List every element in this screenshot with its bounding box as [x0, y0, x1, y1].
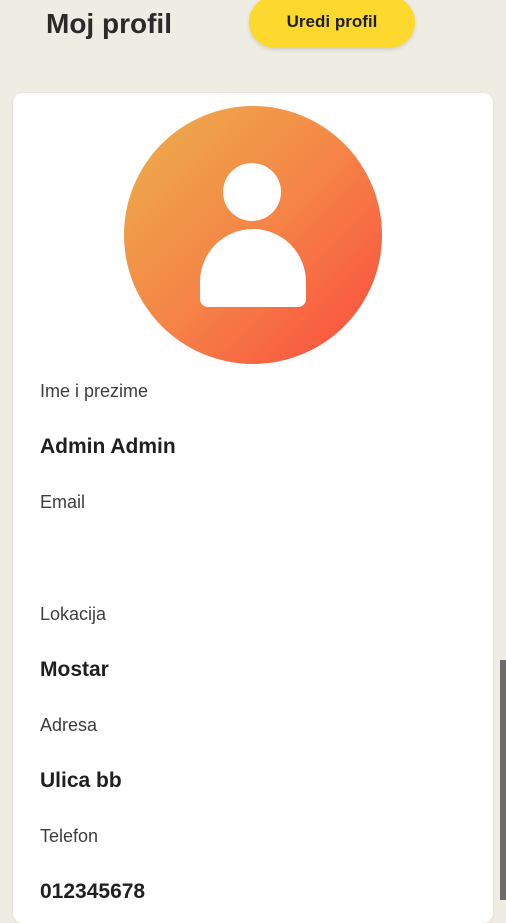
name-value: Admin Admin	[40, 435, 176, 458]
profile-card: Ime i prezime Admin Admin Email Lokacija…	[13, 93, 493, 923]
header: Moj profil Uredi profil	[0, 0, 506, 80]
user-silhouette-body	[200, 229, 306, 307]
phone-label: Telefon	[40, 826, 99, 846]
user-silhouette-icon	[223, 163, 281, 221]
avatar[interactable]	[124, 106, 382, 364]
scrollbar[interactable]	[500, 660, 506, 900]
address-label: Adresa	[40, 715, 98, 735]
location-value: Mostar	[40, 658, 109, 681]
phone-value: 012345678	[40, 880, 146, 903]
email-label: Email	[40, 492, 86, 512]
name-label: Ime i prezime	[40, 381, 149, 401]
page-title: Moj profil	[46, 8, 172, 39]
location-label: Lokacija	[40, 604, 107, 624]
address-value: Ulica bb	[40, 769, 122, 792]
edit-profile-button[interactable]: Uredi profil	[249, 0, 415, 48]
